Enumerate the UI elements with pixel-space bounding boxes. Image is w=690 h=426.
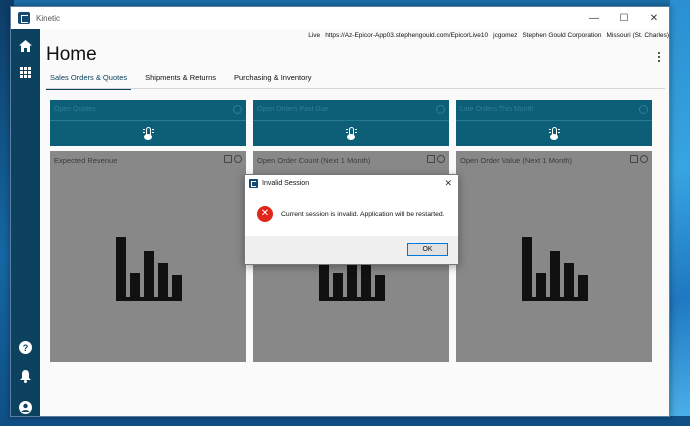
kpi-tile[interactable]: Open Orders Past Due bbox=[253, 100, 449, 146]
thermometer-icon bbox=[345, 127, 357, 140]
close-button[interactable]: ✕ bbox=[639, 7, 669, 29]
widget-title: Open Order Value (Next 1 Month) bbox=[460, 156, 572, 165]
dialog-title: Invalid Session bbox=[262, 179, 310, 187]
minimize-button[interactable]: — bbox=[579, 7, 609, 29]
open-external-icon[interactable] bbox=[630, 155, 638, 163]
widget-title: Open Order Count (Next 1 Month) bbox=[257, 156, 371, 165]
thermometer-icon bbox=[142, 127, 154, 140]
dialog-footer: OK bbox=[245, 236, 458, 264]
error-icon: ✕ bbox=[257, 206, 273, 222]
kpi-tile[interactable]: Open Quotes bbox=[50, 100, 246, 146]
bar-chart-icon bbox=[116, 237, 182, 301]
kpi-title: Open Orders Past Due bbox=[257, 106, 329, 113]
apps-grid-icon[interactable] bbox=[18, 65, 33, 80]
app-logo-icon bbox=[249, 178, 258, 188]
kinetic-window: Kinetic — ☐ ✕ ? Live https://Az-Epicor-A… bbox=[10, 6, 670, 417]
dialog-message: Current session is invalid. Application … bbox=[281, 210, 445, 218]
sidebar: ? bbox=[11, 29, 40, 416]
tab-divider bbox=[46, 88, 665, 89]
company-name[interactable]: Stephen Gould Corporation bbox=[522, 32, 601, 39]
user-account-icon[interactable] bbox=[18, 400, 33, 415]
invalid-session-dialog: Invalid Session ✕ ✕ Current session is i… bbox=[244, 174, 459, 265]
window-controls: — ☐ ✕ bbox=[579, 7, 669, 29]
settings-icon[interactable] bbox=[639, 105, 648, 114]
settings-icon[interactable] bbox=[233, 105, 242, 114]
window-titlebar: Kinetic — ☐ ✕ bbox=[11, 7, 669, 29]
kpi-title: Open Quotes bbox=[54, 106, 96, 113]
maximize-button[interactable]: ☐ bbox=[609, 7, 639, 29]
refresh-icon[interactable] bbox=[437, 155, 445, 163]
chart-widget[interactable]: Open Order Value (Next 1 Month) bbox=[456, 151, 652, 362]
server-url: https://Az-Epicor-App03.stephengould.com… bbox=[325, 32, 489, 39]
session-info-bar: Live https://Az-Epicor-App03.stephengoul… bbox=[308, 32, 669, 39]
dialog-body: ✕ Current session is invalid. Applicatio… bbox=[245, 191, 458, 237]
environment-label: Live bbox=[308, 32, 321, 39]
svg-text:?: ? bbox=[23, 343, 29, 353]
help-icon[interactable]: ? bbox=[18, 340, 33, 355]
page-title: Home bbox=[46, 44, 97, 65]
ok-button[interactable]: OK bbox=[407, 243, 448, 256]
refresh-icon[interactable] bbox=[234, 155, 242, 163]
dialog-close-icon[interactable]: ✕ bbox=[444, 178, 452, 189]
app-logo-icon bbox=[18, 12, 30, 24]
app-title: Kinetic bbox=[36, 13, 61, 23]
open-external-icon[interactable] bbox=[224, 155, 232, 163]
widget-title: Expected Revenue bbox=[54, 156, 118, 165]
dialog-titlebar: Invalid Session ✕ bbox=[245, 175, 458, 191]
settings-icon[interactable] bbox=[436, 105, 445, 114]
chart-widget[interactable]: Expected Revenue bbox=[50, 151, 246, 362]
desktop-background-right bbox=[670, 0, 690, 426]
home-icon[interactable] bbox=[18, 38, 33, 53]
refresh-icon[interactable] bbox=[640, 155, 648, 163]
open-external-icon[interactable] bbox=[427, 155, 435, 163]
kpi-tile[interactable]: Late Orders This Month bbox=[456, 100, 652, 146]
more-options-icon[interactable] bbox=[658, 52, 661, 62]
user-name[interactable]: jcgomez bbox=[493, 32, 517, 39]
thermometer-icon bbox=[548, 127, 560, 140]
kpi-title: Late Orders This Month bbox=[460, 106, 534, 113]
bar-chart-icon bbox=[522, 237, 588, 301]
notifications-icon[interactable] bbox=[18, 369, 33, 384]
desktop-background-bottom bbox=[0, 416, 690, 426]
site-name[interactable]: Missouri (St. Charles) bbox=[607, 32, 669, 39]
